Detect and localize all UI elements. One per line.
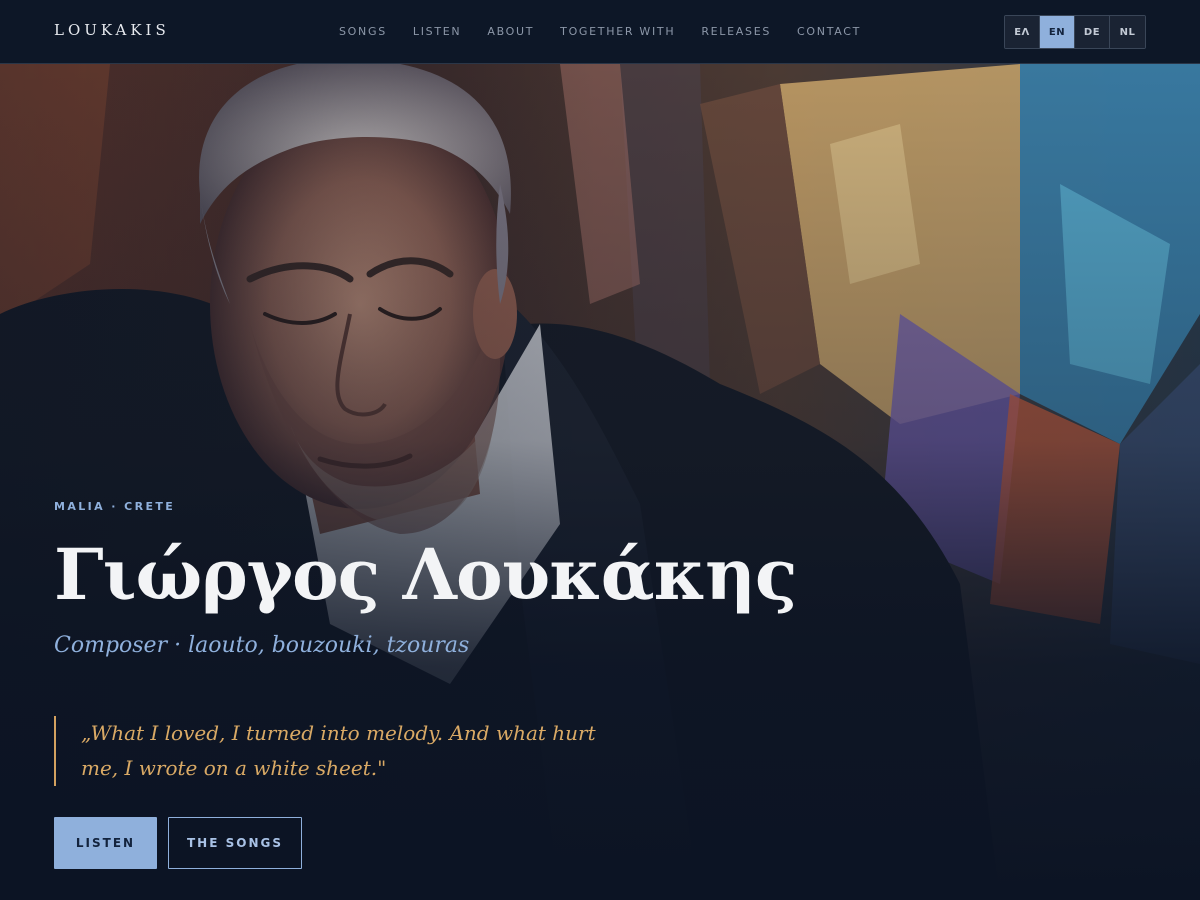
hero-actions: LISTEN THE SONGS — [54, 817, 302, 869]
location-label: MALIA · CRETE — [54, 500, 176, 513]
nav-link-releases[interactable]: RELEASES — [701, 25, 771, 38]
songs-button[interactable]: THE SONGS — [168, 817, 302, 869]
nav-link-together-with[interactable]: TOGETHER WITH — [560, 25, 675, 38]
site-header: LOUKAKIS SONGS LISTEN ABOUT TOGETHER WIT… — [0, 0, 1200, 64]
hero-title: Γιώργος Λουκάκης — [54, 533, 798, 616]
lang-button-de[interactable]: DE — [1075, 16, 1110, 48]
lang-button-en[interactable]: EN — [1040, 16, 1075, 48]
hero-subtitle: Composer · laouto, bouzouki, tzouras — [54, 633, 470, 658]
nav-link-about[interactable]: ABOUT — [487, 25, 534, 38]
lang-button-el[interactable]: ΕΛ — [1005, 16, 1040, 48]
lang-button-nl[interactable]: NL — [1110, 16, 1145, 48]
main-nav: SONGS LISTEN ABOUT TOGETHER WITH RELEASE… — [339, 25, 887, 38]
nav-link-songs[interactable]: SONGS — [339, 25, 387, 38]
page: LOUKAKIS SONGS LISTEN ABOUT TOGETHER WIT… — [0, 0, 1200, 900]
listen-button[interactable]: LISTEN — [54, 817, 157, 869]
quote-text: „What I loved, I turned into melody. And… — [81, 721, 596, 780]
hero-content: MALIA · CRETE Γιώργος Λουκάκης Composer … — [54, 500, 798, 658]
nav-link-listen[interactable]: LISTEN — [413, 25, 461, 38]
hero-quote: „What I loved, I turned into melody. And… — [54, 716, 614, 786]
nav-link-contact[interactable]: CONTACT — [797, 25, 861, 38]
language-switcher: ΕΛ EN DE NL — [1004, 15, 1146, 49]
site-logo[interactable]: LOUKAKIS — [54, 21, 170, 39]
